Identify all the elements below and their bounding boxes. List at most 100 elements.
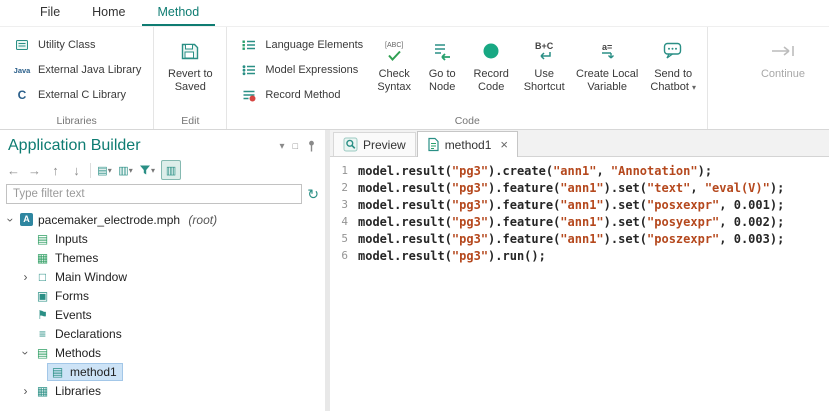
- tree-item-label: Forms: [55, 289, 89, 303]
- tree-item-label: Methods: [55, 346, 101, 360]
- forms-icon: ▣: [35, 289, 50, 303]
- floppy-disk-icon: [179, 36, 201, 66]
- filter-input[interactable]: [6, 184, 302, 204]
- ribbon-group-code: Language Elements Model Expressions Reco…: [227, 27, 708, 129]
- external-c-library-label: External C Library: [38, 89, 126, 101]
- tab-method1[interactable]: method1 ×: [417, 131, 518, 157]
- line-number: 6: [330, 249, 358, 262]
- tab-preview[interactable]: Preview: [333, 132, 416, 156]
- code-line: 5model.result("pg3").feature("ann1").set…: [330, 230, 829, 247]
- code-line: 6model.result("pg3").run();: [330, 247, 829, 264]
- tree-toolbar: ← → ↑ ↓ ▤▾ ▥▾ ▾ ▥: [0, 157, 325, 183]
- ribbon: Utility Class Java External Java Library…: [0, 27, 829, 130]
- application-builder-panel: Application Builder ▾ □ ← → ↑ ↓ ▤▾ ▥▾: [0, 130, 325, 411]
- continue-label: Continue: [761, 68, 805, 81]
- line-number: 4: [330, 215, 358, 228]
- ribbon-group-libraries: Utility Class Java External Java Library…: [0, 27, 154, 129]
- record-method-button[interactable]: Record Method: [234, 84, 368, 106]
- external-c-library-button[interactable]: C External C Library: [7, 84, 146, 106]
- line-number: 3: [330, 198, 358, 211]
- forward-arrow-icon[interactable]: →: [27, 161, 42, 179]
- utility-class-button[interactable]: Utility Class: [7, 34, 146, 56]
- record-code-button[interactable]: Record Code: [468, 32, 514, 93]
- code-line: 4model.result("pg3").feature("ann1").set…: [330, 213, 829, 230]
- expander-icon[interactable]: ›: [4, 213, 18, 226]
- main-window-icon: □: [35, 270, 50, 284]
- tree-item-events[interactable]: ⚑Events: [0, 305, 325, 324]
- libraries-group-label: Libraries: [0, 115, 153, 127]
- close-icon[interactable]: ×: [500, 139, 508, 151]
- tree-item-forms[interactable]: ▣ Forms: [0, 286, 325, 305]
- code-editor[interactable]: 1model.result("pg3").create("ann1", "Ann…: [330, 157, 829, 411]
- line-number: 1: [330, 164, 358, 177]
- send-to-chatbot-button[interactable]: Send to Chatbot ▾: [646, 32, 700, 94]
- tree-item-label: Libraries: [55, 384, 101, 398]
- ribbon-group-edit: Revert to Saved Edit: [154, 27, 227, 129]
- tree-item-methods[interactable]: ›▤Methods: [0, 343, 325, 362]
- main-area: Application Builder ▾ □ ← → ↑ ↓ ▤▾ ▥▾: [0, 130, 829, 411]
- tree-item-main-window[interactable]: ›□Main Window: [0, 267, 325, 286]
- java-icon: Java: [12, 61, 32, 79]
- go-to-node-button[interactable]: Go to Node: [422, 32, 462, 93]
- chatbot-icon: [662, 36, 684, 66]
- chevron-down-icon: ▾: [692, 83, 696, 92]
- node-order-menu-icon[interactable]: ▥▾: [118, 161, 133, 179]
- language-elements-button[interactable]: Language Elements: [234, 34, 368, 56]
- language-elements-icon: [239, 36, 259, 54]
- tree-item-inputs[interactable]: ▤Inputs: [0, 229, 325, 248]
- tab-home[interactable]: Home: [76, 0, 141, 26]
- continue-button[interactable]: Continue: [753, 32, 813, 81]
- declarations-icon: ≡: [35, 327, 50, 341]
- create-local-variable-icon: a=: [600, 36, 614, 66]
- model-expressions-icon: [239, 61, 259, 79]
- app-tree: ›Apacemaker_electrode.mph (root)▤Inputs▦…: [0, 207, 325, 411]
- tab-file[interactable]: File: [24, 0, 76, 26]
- expander-icon[interactable]: ›: [19, 346, 33, 359]
- libraries-icon: ▦: [35, 384, 50, 398]
- check-syntax-button[interactable]: [ABC] Check Syntax: [372, 32, 416, 93]
- comsol-method-window: File Home Method Utility Class Java Exte…: [0, 0, 829, 412]
- code-line: 1model.result("pg3").create("ann1", "Ann…: [330, 162, 829, 179]
- external-java-library-label: External Java Library: [38, 64, 141, 76]
- show-editor-tools-toggle-icon[interactable]: ▥: [161, 160, 181, 180]
- move-down-icon[interactable]: ↓: [69, 161, 84, 179]
- external-java-library-button[interactable]: Java External Java Library: [7, 59, 146, 81]
- tree-item-pacemaker-electrode-mph[interactable]: ›Apacemaker_electrode.mph (root): [0, 210, 325, 229]
- filter-funnel-icon[interactable]: ▾: [139, 161, 155, 179]
- revert-to-saved-label: Revert to Saved: [165, 68, 215, 93]
- create-local-variable-button[interactable]: a= Create Local Variable: [574, 32, 640, 93]
- use-shortcut-button[interactable]: B+C Use Shortcut: [520, 32, 568, 93]
- tree-item-libraries[interactable]: ›▦ Libraries: [0, 381, 325, 400]
- float-panel-icon[interactable]: □: [293, 141, 298, 151]
- continue-arrow-icon: [769, 36, 797, 66]
- code-line: 2model.result("pg3").feature("ann1").set…: [330, 179, 829, 196]
- language-elements-label: Language Elements: [265, 39, 363, 51]
- minimize-panel-icon[interactable]: ▾: [280, 141, 285, 152]
- code-text: model.result("pg3").feature("ann1").set(…: [358, 232, 784, 246]
- expander-icon[interactable]: ›: [19, 270, 32, 284]
- move-up-icon[interactable]: ↑: [48, 161, 63, 179]
- refresh-icon[interactable]: ↻: [307, 187, 319, 201]
- tree-item-label: method1: [70, 365, 117, 379]
- record-method-label: Record Method: [265, 89, 340, 101]
- back-arrow-icon[interactable]: ←: [6, 161, 21, 179]
- model-expressions-label: Model Expressions: [265, 64, 358, 76]
- tab-preview-label: Preview: [363, 138, 406, 152]
- tree-item-label: Declarations: [55, 327, 122, 341]
- tree-item-method1[interactable]: ▤method1: [0, 362, 325, 381]
- tree-item-label: Inputs: [55, 232, 88, 246]
- tree-item-declarations[interactable]: ≡ Declarations: [0, 324, 325, 343]
- tree-item-suffix: (root): [185, 213, 217, 227]
- revert-to-saved-button[interactable]: Revert to Saved: [161, 32, 219, 93]
- pin-panel-icon[interactable]: [306, 140, 317, 152]
- model-expressions-button[interactable]: Model Expressions: [234, 59, 368, 81]
- ribbon-group-continue: Continue: [746, 27, 829, 129]
- tree-item-themes[interactable]: ▦Themes: [0, 248, 325, 267]
- tab-method[interactable]: Method: [142, 0, 216, 26]
- expander-icon[interactable]: ›: [19, 384, 32, 398]
- node-group-menu-icon[interactable]: ▤▾: [97, 161, 112, 179]
- go-to-node-icon: [431, 36, 453, 66]
- code-text: model.result("pg3").feature("ann1").set(…: [358, 181, 784, 195]
- line-number: 2: [330, 181, 358, 194]
- line-number: 5: [330, 232, 358, 245]
